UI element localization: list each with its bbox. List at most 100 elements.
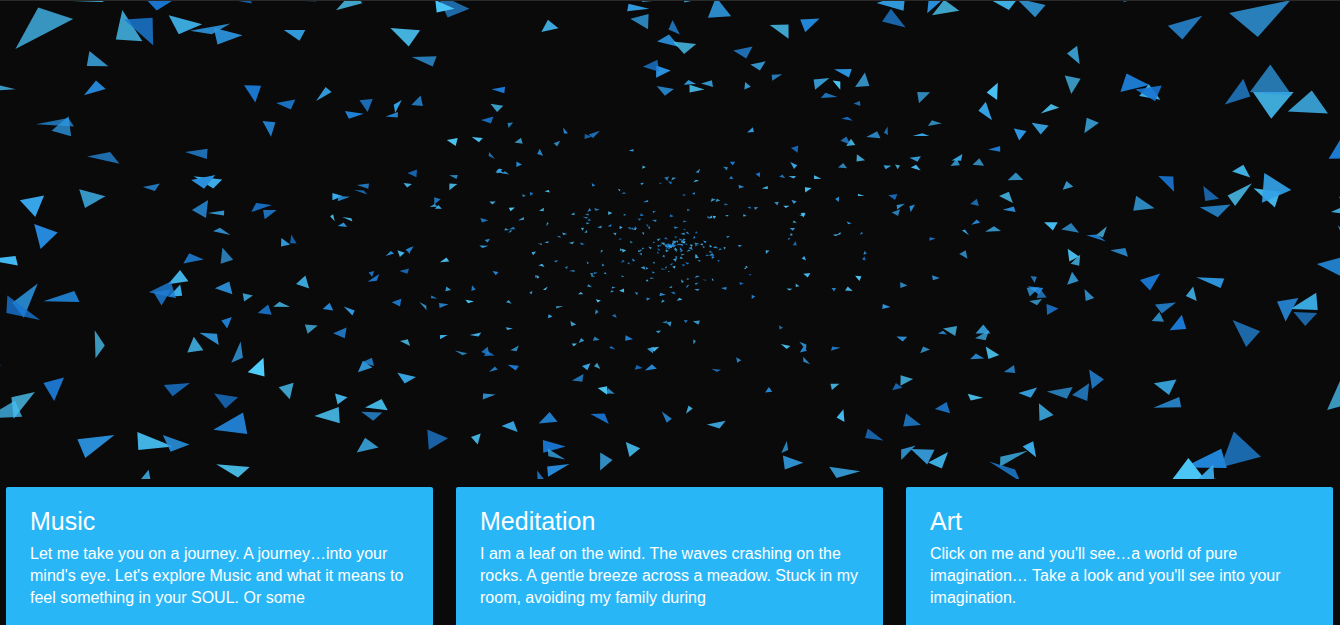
particle-icon <box>510 346 519 352</box>
particle-icon <box>305 325 318 334</box>
particle-icon <box>539 208 544 212</box>
particle-icon <box>628 227 631 229</box>
particle-icon <box>609 346 615 350</box>
particle-icon <box>693 321 700 325</box>
particle-icon <box>221 317 231 329</box>
particle-icon <box>537 471 552 480</box>
particle-icon <box>708 1 731 18</box>
particle-icon <box>571 212 575 215</box>
particle-icon <box>917 92 930 103</box>
particle-icon <box>715 199 720 202</box>
particle-icon <box>989 462 1020 480</box>
category-card[interactable]: MusicLet me take you on a journey. A jou… <box>6 487 433 625</box>
particle-icon <box>0 256 18 266</box>
particle-icon <box>725 215 729 217</box>
particle-icon <box>578 292 583 294</box>
particle-icon <box>709 245 712 248</box>
particle-icon <box>213 413 247 435</box>
particle-icon <box>354 190 367 195</box>
particle-icon <box>695 283 699 286</box>
particle-icon <box>544 241 548 243</box>
particle-icon <box>803 273 810 278</box>
particle-icon <box>943 326 957 336</box>
particle-icon <box>0 400 22 418</box>
particle-icon <box>502 421 518 432</box>
particle-icon <box>630 14 648 29</box>
particle-icon <box>803 357 810 365</box>
particle-icon <box>613 233 617 236</box>
particle-icon <box>1032 123 1049 135</box>
particle-icon <box>490 104 503 112</box>
particle-icon <box>620 248 623 251</box>
particle-icon <box>273 302 290 307</box>
particle-icon <box>1277 298 1298 322</box>
particle-icon <box>394 100 402 113</box>
particle-icon <box>587 208 591 212</box>
particle-icon <box>743 214 747 217</box>
particle-icon <box>792 200 797 204</box>
particle-icon <box>480 218 488 223</box>
category-card[interactable]: ArtClick on me and you'll see…a world of… <box>906 487 1333 625</box>
particle-icon <box>632 258 635 261</box>
particle-icon <box>834 69 852 78</box>
particle-icon <box>840 137 850 145</box>
particle-icon <box>695 231 698 233</box>
particle-icon <box>657 245 660 247</box>
particle-icon <box>333 328 347 339</box>
particle-icon <box>569 270 575 272</box>
particle-icon <box>831 384 840 390</box>
particle-icon <box>621 260 625 264</box>
particle-icon <box>729 176 733 179</box>
particle-icon <box>738 245 743 247</box>
card-title[interactable]: Art <box>930 505 1309 537</box>
particle-icon <box>365 399 388 410</box>
particle-icon <box>562 232 567 235</box>
particle-icon <box>582 363 591 370</box>
particle-icon <box>892 383 902 390</box>
particle-icon <box>610 290 614 293</box>
particle-icon <box>569 242 575 245</box>
particle-icon <box>951 159 960 166</box>
particle-icon <box>1027 288 1040 297</box>
particle-icon <box>537 149 543 156</box>
particle-icon <box>52 116 72 136</box>
particle-icon <box>903 413 921 426</box>
particle-icon <box>604 272 607 274</box>
card-title[interactable]: Music <box>30 505 409 537</box>
particle-icon <box>673 241 676 244</box>
particle-icon <box>675 256 678 258</box>
particle-icon <box>231 342 243 363</box>
particle-icon <box>796 284 800 288</box>
particle-icon <box>854 101 861 106</box>
particle-icon <box>672 244 674 246</box>
particle-icon <box>814 175 822 179</box>
particle-icon <box>1294 312 1318 326</box>
particle-icon <box>847 222 852 225</box>
particle-icon <box>841 117 853 121</box>
particle-icon <box>386 251 395 256</box>
particle-icon <box>455 351 468 356</box>
card-title[interactable]: Meditation <box>480 505 859 537</box>
particle-icon <box>1084 118 1099 133</box>
particle-icon <box>687 250 691 252</box>
particle-icon <box>1063 181 1074 190</box>
particle-icon <box>855 276 861 281</box>
particle-icon <box>1155 303 1176 314</box>
particle-icon <box>1118 1 1154 2</box>
particle-icon <box>595 309 599 314</box>
particle-icon <box>471 433 481 444</box>
particle-icon <box>630 241 633 244</box>
particle-icon <box>831 346 841 350</box>
particle-icon <box>652 271 655 273</box>
particle-icon <box>833 234 841 237</box>
particle-icon <box>492 87 506 94</box>
category-card[interactable]: MeditationI am a leaf on the wind. The w… <box>456 487 883 625</box>
particle-icon <box>739 282 743 285</box>
particle-icon <box>646 298 650 301</box>
particle-icon <box>1154 380 1177 395</box>
particle-icon <box>344 307 355 316</box>
particle-icon <box>770 25 789 39</box>
particle-icon <box>1152 312 1164 322</box>
particle-icon <box>829 467 860 478</box>
particle-icon <box>884 126 888 135</box>
